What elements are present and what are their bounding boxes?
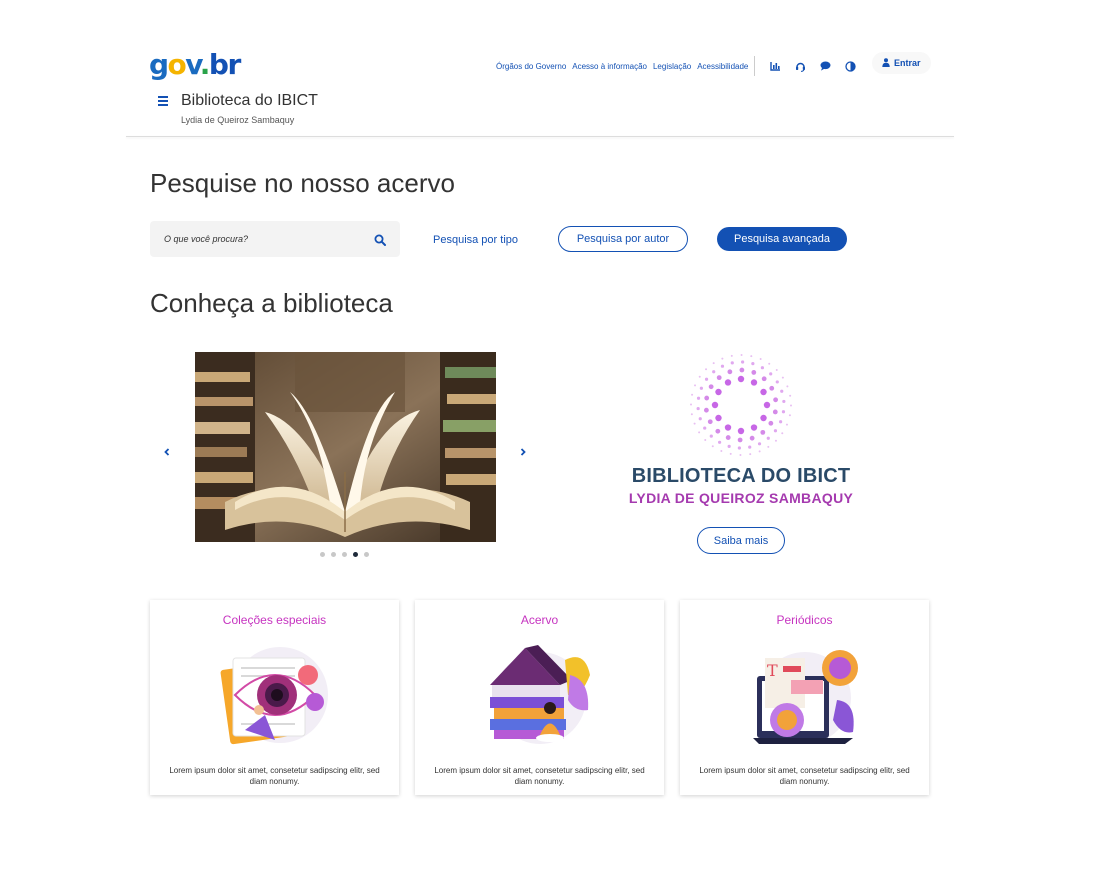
link-acesso-informacao[interactable]: Acesso à informação xyxy=(572,62,647,71)
carousel-indicators xyxy=(320,552,369,557)
site-title: Biblioteca do IBICT xyxy=(181,92,318,109)
carousel-next-icon[interactable] xyxy=(517,445,529,457)
chat-icon[interactable] xyxy=(819,60,832,73)
link-orgaos-governo[interactable]: Órgãos do Governo xyxy=(496,62,566,71)
link-legislacao[interactable]: Legislação xyxy=(653,62,691,71)
card-title: Acervo xyxy=(520,613,559,627)
card-colecoes-especiais[interactable]: Coleções especiais Lorem ipsum dolor sit… xyxy=(150,600,399,795)
search-by-author-button[interactable]: Pesquisa por autor xyxy=(558,226,688,252)
card-title: Periódicos xyxy=(776,613,833,627)
top-links: Órgãos do Governo Acesso à informação Le… xyxy=(496,56,863,76)
collection-books-illustration-icon xyxy=(480,640,600,750)
card-acervo[interactable]: Acervo Lorem ipsum dolor sit amet, conse… xyxy=(415,600,664,795)
gov-br-logo[interactable]: gov.br xyxy=(149,50,241,80)
search-box xyxy=(150,221,400,257)
card-text: Lorem ipsum dolor sit amet, consetetur s… xyxy=(169,766,380,786)
library-name: BIBLIOTECA DO IBICT xyxy=(631,465,851,487)
carousel-slide-image xyxy=(195,352,496,542)
library-subname: LYDIA DE QUEIROZ SAMBAQUY xyxy=(628,490,854,506)
carousel-dot[interactable] xyxy=(364,552,369,557)
carousel-prev-icon[interactable] xyxy=(161,445,173,457)
special-collections-illustration-icon xyxy=(215,640,335,750)
search-input[interactable] xyxy=(164,231,364,247)
svg-text:T: T xyxy=(767,661,778,680)
card-text: Lorem ipsum dolor sit amet, consetetur s… xyxy=(699,766,910,786)
periodicals-illustration-icon: T xyxy=(745,640,865,750)
search-icon[interactable] xyxy=(374,233,386,246)
carousel-dot[interactable] xyxy=(331,552,336,557)
header-divider xyxy=(126,136,954,137)
headset-icon[interactable] xyxy=(794,60,807,73)
card-text: Lorem ipsum dolor sit amet, consetetur s… xyxy=(434,766,645,786)
contrast-icon[interactable] xyxy=(844,60,857,73)
link-acessibilidade[interactable]: Acessibilidade xyxy=(697,62,748,71)
user-icon xyxy=(882,57,890,69)
menu-icon[interactable] xyxy=(158,96,168,106)
learn-more-button[interactable]: Saiba mais xyxy=(697,527,785,554)
advanced-search-button[interactable]: Pesquisa avançada xyxy=(717,227,847,251)
search-heading: Pesquise no nosso acervo xyxy=(150,168,455,198)
chart-icon[interactable] xyxy=(769,60,782,73)
search-by-type-button[interactable]: Pesquisa por tipo xyxy=(433,228,518,252)
site-subtitle: Lydia de Queiroz Sambaquy xyxy=(181,115,295,125)
carousel-dot[interactable] xyxy=(342,552,347,557)
library-logo-icon xyxy=(688,352,794,458)
about-heading: Conheça a biblioteca xyxy=(150,288,393,318)
card-title: Coleções especiais xyxy=(222,613,327,627)
divider xyxy=(754,56,756,76)
card-periodicos[interactable]: Periódicos T Lorem ipsum dolor sit amet,… xyxy=(680,600,929,795)
login-button[interactable]: Entrar xyxy=(872,52,931,74)
login-label: Entrar xyxy=(894,58,921,68)
carousel-dot-active[interactable] xyxy=(353,552,358,557)
carousel-dot[interactable] xyxy=(320,552,325,557)
